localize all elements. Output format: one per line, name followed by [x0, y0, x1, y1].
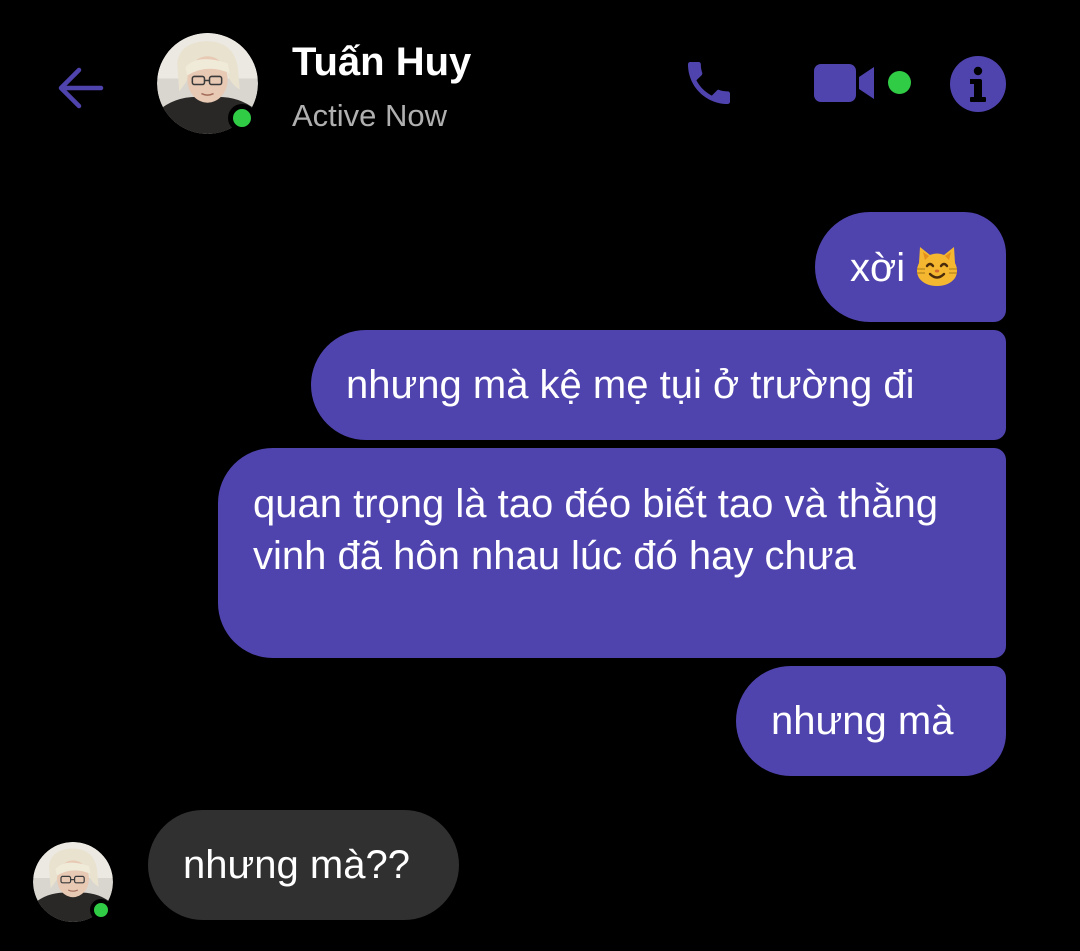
- outgoing-message[interactable]: quan trọng là tao đéo biết tao và thằng …: [218, 448, 1006, 658]
- message-text: xời: [850, 246, 906, 290]
- video-active-dot: [888, 71, 911, 94]
- arrow-left-icon: [58, 67, 104, 109]
- outgoing-message[interactable]: nhưng mà: [736, 666, 1006, 776]
- phone-icon: [688, 62, 730, 104]
- contact-name[interactable]: Tuấn Huy: [292, 40, 471, 85]
- smiling-cat-icon: [917, 247, 958, 286]
- outgoing-message[interactable]: nhưng mà kệ mẹ tụi ở trường đi: [311, 330, 1006, 440]
- outgoing-message[interactable]: xời: [815, 212, 1006, 322]
- info-icon: [950, 56, 1006, 112]
- message-text: quan trọng là tao đéo biết tao và thằng …: [253, 482, 938, 578]
- video-call-button[interactable]: [810, 56, 880, 110]
- online-status-dot: [228, 104, 256, 132]
- message-text: nhưng mà kệ mẹ tụi ở trường đi: [346, 363, 915, 407]
- contact-avatar[interactable]: [157, 33, 258, 134]
- message-text: nhưng mà: [771, 699, 954, 743]
- conversation-info-button[interactable]: [948, 54, 1008, 114]
- sender-avatar[interactable]: [33, 842, 113, 922]
- incoming-message[interactable]: nhưng mà??: [148, 810, 459, 920]
- back-button[interactable]: [52, 62, 108, 114]
- contact-status: Active Now: [292, 98, 448, 133]
- online-status-dot: [90, 899, 112, 921]
- video-camera-icon: [814, 64, 874, 102]
- voice-call-button[interactable]: [680, 54, 738, 112]
- message-text: nhưng mà??: [183, 843, 410, 887]
